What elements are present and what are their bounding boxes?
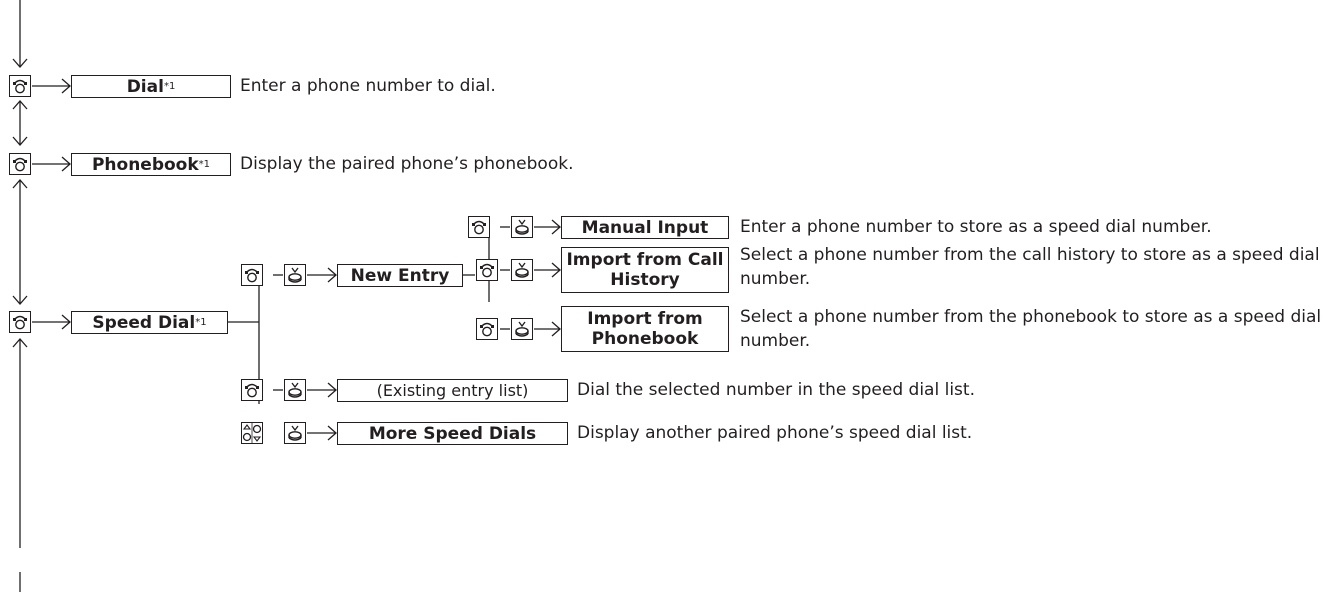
press-enter-icon — [511, 259, 533, 281]
phone-knob-icon — [9, 311, 31, 333]
speed-dial-label: Speed Dial — [92, 312, 196, 333]
press-enter-icon — [284, 379, 306, 401]
dial-label: Dial — [126, 76, 164, 97]
more-speed-dials-menu-item[interactable]: More Speed Dials — [337, 422, 568, 445]
phone-knob-icon — [9, 75, 31, 97]
import-phonebook-menu-item[interactable]: Import from Phonebook — [561, 306, 729, 352]
existing-entry-list-item[interactable]: (Existing entry list) — [337, 379, 568, 402]
phone-knob-icon — [241, 379, 263, 401]
press-enter-icon — [511, 318, 533, 340]
press-enter-icon — [284, 422, 306, 444]
import-call-history-menu-item[interactable]: Import from Call History — [561, 247, 729, 293]
phone-knob-icon — [9, 153, 31, 175]
dial-description: Enter a phone number to dial. — [240, 76, 496, 96]
phonebook-menu-item[interactable]: Phonebook *1 — [71, 153, 231, 176]
speed-dial-menu-item[interactable]: Speed Dial *1 — [71, 311, 228, 334]
new-entry-menu-item[interactable]: New Entry — [337, 264, 463, 287]
existing-entry-description: Dial the selected number in the speed di… — [577, 380, 975, 400]
phone-knob-icon — [468, 216, 490, 238]
phonebook-label: Phonebook — [91, 154, 199, 175]
import-phonebook-description: Select a phone number from the phonebook… — [740, 307, 1322, 351]
new-entry-label: New Entry — [350, 265, 450, 286]
phone-knob-icon — [476, 259, 498, 281]
press-enter-icon — [284, 264, 306, 286]
more-speed-dials-label: More Speed Dials — [368, 423, 537, 444]
phone-knob-icon — [241, 264, 263, 286]
import-call-history-description: Select a phone number from the call hist… — [740, 245, 1320, 289]
press-enter-icon — [511, 216, 533, 238]
manual-input-menu-item[interactable]: Manual Input — [561, 216, 729, 239]
more-speed-dials-description: Display another paired phone’s speed dia… — [577, 423, 973, 443]
manual-input-label: Manual Input — [581, 217, 709, 238]
import-phonebook-label: Import from Phonebook — [587, 309, 703, 349]
existing-entry-label: (Existing entry list) — [376, 380, 529, 400]
phone-knob-icon — [476, 318, 498, 340]
import-call-history-label: Import from Call History — [566, 250, 724, 290]
manual-input-description: Enter a phone number to store as a speed… — [740, 217, 1212, 237]
dial-menu-item[interactable]: Dial *1 — [71, 75, 231, 98]
phonebook-description: Display the paired phone’s phonebook. — [240, 154, 574, 174]
rotate-knob-icon — [241, 422, 263, 444]
